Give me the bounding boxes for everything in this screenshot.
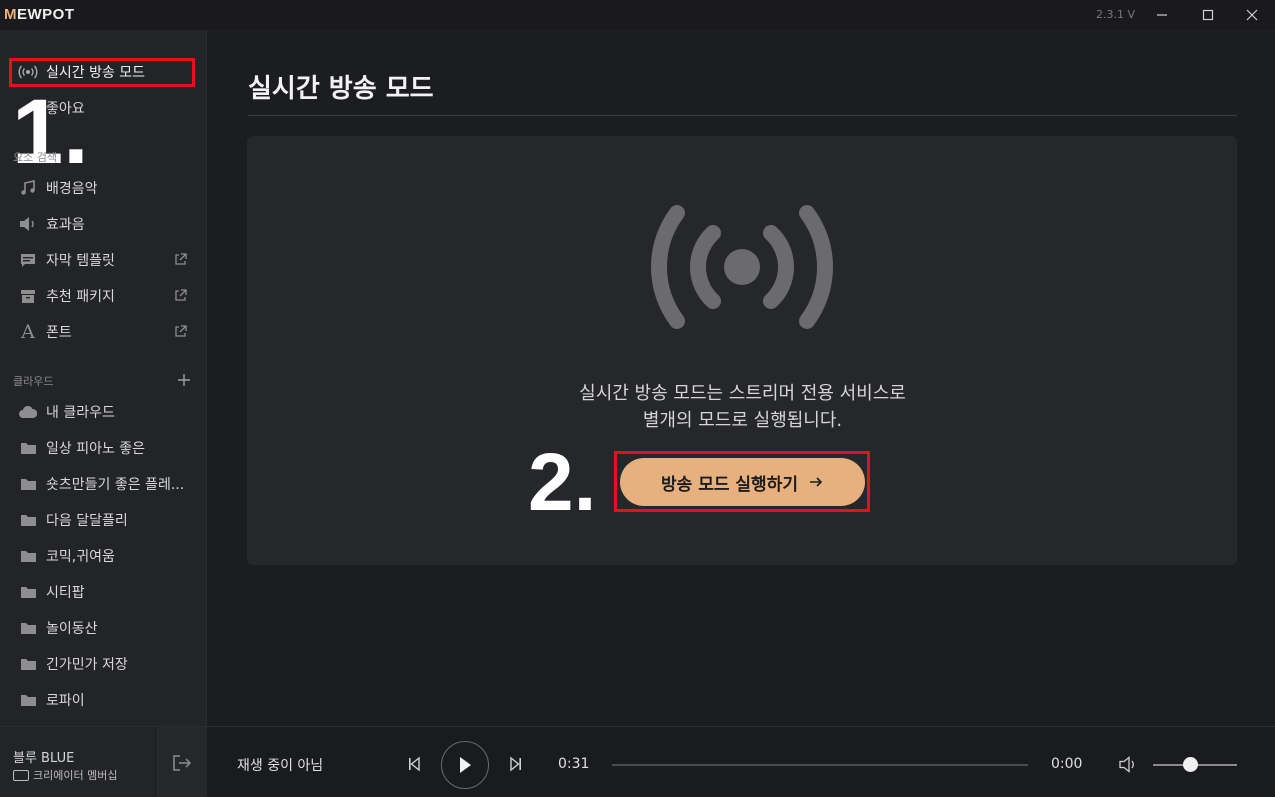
sidebar-item-bgm[interactable]: 배경음악 [0,172,207,204]
folder-icon [18,438,38,458]
description-line-1: 실시간 방송 모드는 스트리머 전용 서비스로 [579,383,906,404]
section-label-cloud: 클라우드 [13,375,54,388]
user-profile[interactable]: 블루 BLUE 크리에이터 멤버십 [0,727,155,797]
speaker-icon [18,214,38,234]
elapsed-time: 0:31 [558,756,590,772]
folder-icon [18,474,38,494]
broadcast-icon [651,205,833,329]
folder-icon [18,582,38,602]
logout-button[interactable] [156,727,207,797]
add-cloud-icon[interactable] [176,372,192,388]
next-track-icon[interactable] [508,756,524,772]
volume-slider-knob[interactable] [1183,757,1199,772]
sidebar-item-folder[interactable]: 긴가민가 저장 [0,648,207,680]
folder-icon [18,618,38,638]
membership-card-icon [13,769,29,781]
sidebar-item-label: 다음 달달플리 [46,513,128,529]
title-divider [248,115,1237,116]
folder-icon [18,654,38,674]
folder-icon [18,510,38,530]
sidebar-item-label: 내 클라우드 [46,405,115,421]
play-icon [460,757,471,773]
maximize-icon [1202,9,1214,21]
external-link-icon [175,289,187,301]
title-bar: MEWPOT 2.3.1 V [0,0,1275,30]
sidebar-item-label: 자막 템플릿 [46,253,115,269]
sidebar-item-folder[interactable]: 놀이동산 [0,612,207,644]
page-title: 실시간 방송 모드 [248,74,434,104]
play-button[interactable] [441,741,489,789]
sidebar-item-folder[interactable]: 다음 달달플리 [0,504,207,536]
sidebar-item-folder[interactable]: 로파이 [0,684,207,716]
sidebar-item-folder[interactable]: 숏츠만들기 좋은 플레... [0,468,207,500]
folder-icon [18,546,38,566]
sidebar-item-subtitle-template[interactable]: 자막 템플릿 [0,244,207,276]
membership-label: 크리에이터 멤버십 [33,769,118,782]
sidebar-item-label: 숏츠만들기 좋은 플레... [46,477,185,493]
sidebar-item-label: 긴가민가 저장 [46,657,128,673]
sidebar-item-label: 시티팝 [46,585,85,601]
subtitle-icon [18,250,38,270]
sidebar-item-label: 일상 피아노 좋은 [46,441,146,457]
sidebar-item-package[interactable]: 추천 패키지 [0,280,207,312]
sidebar-item-label: 놀이동산 [46,621,98,637]
volume-icon[interactable] [1119,756,1139,773]
maximize-button[interactable] [1185,0,1231,30]
player-bar: 블루 BLUE 크리에이터 멤버십 재생 중이 아님 0:31 0:00 [0,726,1275,797]
now-playing-status: 재생 중이 아님 [237,758,324,774]
sidebar-item-label: 로파이 [46,693,85,709]
minimize-icon [1157,14,1167,16]
live-mode-description: 실시간 방송 모드는 스트리머 전용 서비스로 별개의 모드로 실행됩니다. [540,380,945,434]
previous-track-icon[interactable] [406,756,422,772]
package-icon [18,286,38,306]
sidebar-item-folder[interactable]: 일상 피아노 좋은 [0,432,207,464]
external-link-icon [175,325,187,337]
highlight-box-launch-button [614,451,870,512]
description-line-2: 별개의 모드로 실행됩니다. [642,410,843,431]
font-icon: A [21,321,35,343]
cloud-icon [18,402,38,422]
sidebar-item-my-cloud[interactable]: 내 클라우드 [0,396,207,428]
sidebar-item-sfx[interactable]: 효과음 [0,208,207,240]
section-label-search: 요소 검색 [13,151,57,164]
sidebar-item-folder[interactable]: 코믹,귀여움 [0,540,207,572]
total-time: 0:00 [1051,756,1083,772]
sidebar-item-label: 추천 패키지 [46,289,115,305]
sidebar-item-folder[interactable]: 시티팝 [0,576,207,608]
folder-icon [18,690,38,710]
close-button[interactable] [1229,0,1275,30]
minimize-button[interactable] [1139,0,1185,30]
external-link-icon [175,253,187,265]
step-number-2: 2. [528,437,597,528]
sidebar-item-label: 배경음악 [46,181,98,197]
sidebar-item-label: 폰트 [46,325,72,341]
sidebar-item-label: 코믹,귀여움 [46,549,115,565]
membership-badge: 크리에이터 멤버십 [13,767,117,783]
user-name: 블루 BLUE [13,751,75,766]
app-window: MEWPOT 2.3.1 V 실시간 방송 모드 좋아요 1. 요소 검색 배경… [0,0,1275,797]
progress-bar[interactable] [612,764,1028,766]
sidebar-item-font[interactable]: A 폰트 [0,316,207,348]
app-logo: MEWPOT [4,6,75,23]
version-label: 2.3.1 V [1096,8,1136,21]
close-icon [1246,9,1258,21]
sidebar-item-label: 효과음 [46,217,85,233]
logout-icon [172,754,191,771]
music-note-icon [18,178,38,198]
